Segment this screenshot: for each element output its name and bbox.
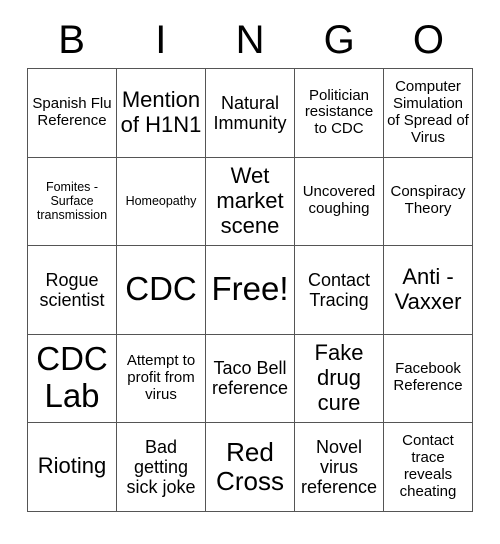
bingo-free-space-label: Free! (211, 270, 289, 308)
bingo-card: B I N G O Spanish Flu Reference Mention … (27, 12, 473, 512)
bingo-row-1: Spanish Flu Reference Mention of H1N1 Na… (28, 69, 473, 158)
bingo-cell-label: Mention of H1N1 (120, 87, 202, 137)
bingo-cell[interactable]: Politician resistance to CDC (295, 69, 384, 158)
bingo-cell[interactable]: Wet market scene (206, 157, 295, 246)
bingo-header-letter-o: O (412, 18, 444, 62)
bingo-cell[interactable]: CDC Lab (28, 334, 117, 423)
bingo-cell-label: Wet market scene (216, 163, 284, 238)
bingo-cell-label: Attempt to profit from virus (126, 352, 196, 403)
bingo-cell-label: CDC (125, 270, 197, 308)
bingo-header-letter-n: N (235, 18, 265, 62)
bingo-cell-label: Natural Immunity (213, 92, 287, 133)
bingo-cell-label: Contact trace reveals cheating (399, 432, 457, 500)
bingo-cell-label: Contact Tracing (307, 269, 371, 310)
bingo-cell-label: Bad getting sick joke (126, 436, 196, 497)
bingo-cell-label: Rogue scientist (39, 269, 105, 310)
bingo-cell[interactable]: Fake drug cure (295, 334, 384, 423)
bingo-cell[interactable]: Red Cross (206, 423, 295, 512)
bingo-cell[interactable]: Uncovered coughing (295, 157, 384, 246)
bingo-cell-label: Taco Bell reference (211, 358, 289, 399)
bingo-cell[interactable]: Conspiracy Theory (384, 157, 473, 246)
bingo-header-letter-b: B (58, 18, 85, 62)
bingo-cell[interactable]: Mention of H1N1 (117, 69, 206, 158)
bingo-row-4: CDC Lab Attempt to profit from virus Tac… (28, 334, 473, 423)
bingo-cell-label: Fomites - Surface transmission (36, 180, 108, 223)
bingo-header-letter-g: G (323, 18, 355, 62)
bingo-row-5: Rioting Bad getting sick joke Red Cross … (28, 423, 473, 512)
bingo-cell-label: Homeopathy (125, 194, 197, 209)
bingo-cell-label: Rioting (37, 453, 107, 479)
bingo-cell-label: Conspiracy Theory (390, 183, 466, 218)
bingo-cell[interactable]: Taco Bell reference (206, 334, 295, 423)
bingo-cell[interactable]: Novel virus reference (295, 423, 384, 512)
bingo-row-3: Rogue scientist CDC Free! Contact Tracin… (28, 246, 473, 335)
bingo-cell[interactable]: Natural Immunity (206, 69, 295, 158)
bingo-header-letter-i: I (155, 18, 167, 62)
bingo-cell[interactable]: Rogue scientist (28, 246, 117, 335)
bingo-grid: Spanish Flu Reference Mention of H1N1 Na… (27, 68, 473, 512)
bingo-cell-label: Facebook Reference (393, 360, 463, 395)
bingo-cell[interactable]: CDC (117, 246, 206, 335)
bingo-free-space[interactable]: Free! (206, 246, 295, 335)
bingo-cell-label: Red Cross (216, 436, 284, 496)
bingo-cell[interactable]: Spanish Flu Reference (28, 69, 117, 158)
bingo-cell-label: Fake drug cure (314, 340, 364, 415)
bingo-cell[interactable]: Computer Simulation of Spread of Virus (384, 69, 473, 158)
bingo-cell-label: Novel virus reference (300, 436, 378, 497)
bingo-cell[interactable]: Contact Tracing (295, 246, 384, 335)
bingo-row-2: Fomites - Surface transmission Homeopath… (28, 157, 473, 246)
bingo-cell[interactable]: Rioting (28, 423, 117, 512)
bingo-cell-label: Anti - Vaxxer (394, 264, 462, 314)
bingo-cell[interactable]: Anti - Vaxxer (384, 246, 473, 335)
bingo-cell-label: Politician resistance to CDC (304, 86, 374, 138)
bingo-cell-label: CDC Lab (36, 340, 108, 415)
bingo-cell-label: Spanish Flu Reference (32, 94, 112, 129)
bingo-cell[interactable]: Attempt to profit from virus (117, 334, 206, 423)
bingo-cell-label: Uncovered coughing (302, 183, 376, 218)
bingo-cell[interactable]: Homeopathy (117, 157, 206, 246)
bingo-cell[interactable]: Bad getting sick joke (117, 423, 206, 512)
bingo-cell[interactable]: Fomites - Surface transmission (28, 157, 117, 246)
bingo-header-row: B I N G O (27, 12, 473, 68)
bingo-cell[interactable]: Contact trace reveals cheating (384, 423, 473, 512)
bingo-cell[interactable]: Facebook Reference (384, 334, 473, 423)
bingo-cell-label: Computer Simulation of Spread of Virus (387, 78, 469, 146)
